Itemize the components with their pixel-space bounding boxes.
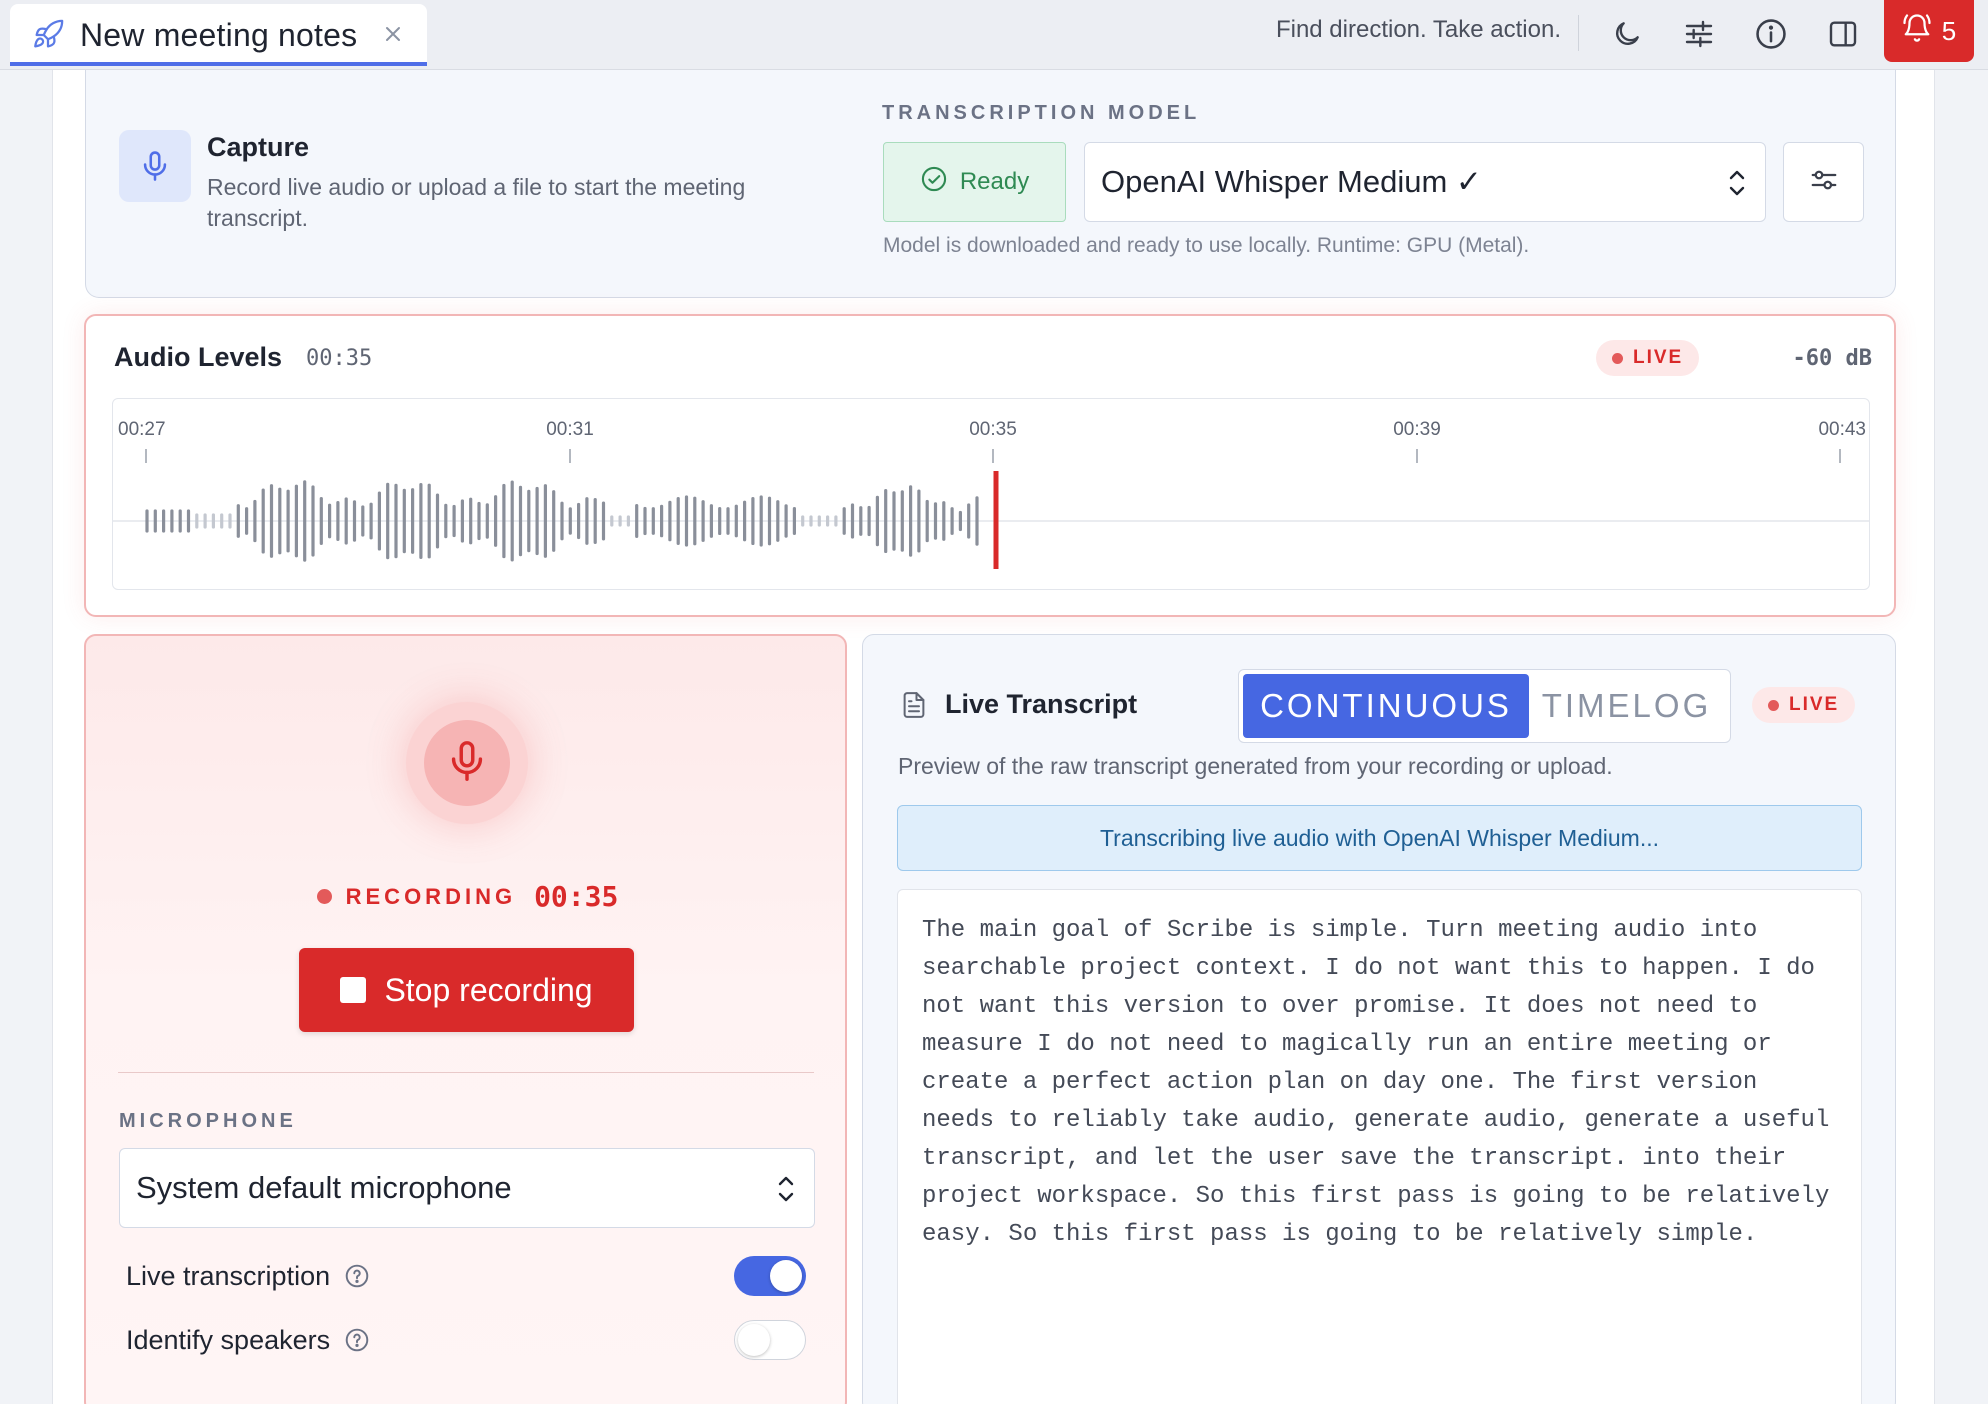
audio-levels-card: Audio Levels 00:35 LIVE -60 dB 00:27 00:3… [84,314,1896,617]
transcript-text[interactable]: The main goal of Scribe is simple. Turn … [897,889,1862,1404]
recorder-card: RECORDING 00:35 Stop recording MICROPHON… [84,634,847,1404]
model-note: Model is downloaded and ready to use loc… [883,234,1530,257]
chevron-up-down-icon [1725,167,1749,207]
live-dot-icon [1768,699,1779,711]
identify-speakers-toggle[interactable] [734,1320,806,1360]
model-select-value: OpenAI Whisper Medium ✓ [1101,164,1482,199]
waveform: 00:27 00:31 00:35 00:39 00:43 [112,398,1870,590]
transcript-mode-toggle: CONTINUOUS TIMELOG [1238,669,1731,743]
info-icon[interactable] [1751,14,1791,54]
recorder-divider [118,1072,814,1073]
tab-new-meeting-notes[interactable]: New meeting notes [10,4,427,66]
capture-card: Capture Record live audio or upload a fi… [85,70,1896,298]
transcription-model-select[interactable]: OpenAI Whisper Medium ✓ [1084,142,1766,222]
microphone-label: MICROPHONE [119,1110,297,1132]
document-icon [899,689,929,726]
timeline-tick-label: 00:27 [118,419,166,440]
settings-sliders-icon [1809,165,1839,200]
tab-continuous[interactable]: CONTINUOUS [1243,674,1529,738]
live-transcription-option: Live transcription [126,1254,806,1298]
timeline-tick-label: 00:39 [1393,419,1441,440]
recording-dot-icon [316,889,332,904]
tagline: Find direction. Take action. [1275,16,1561,43]
help-icon[interactable] [344,1263,370,1289]
audio-live-badge: LIVE [1596,340,1700,376]
recording-mic-indicator[interactable] [406,702,528,824]
capture-title: Capture [207,132,310,162]
timeline-tick-label: 00:35 [969,419,1017,440]
chevron-up-down-icon [774,1173,798,1213]
live-transcription-label: Live transcription [126,1260,331,1291]
transcription-model-label: TRANSCRIPTION MODEL [882,102,1201,124]
sidebar-icon[interactable] [1823,14,1863,54]
stop-recording-label: Stop recording [384,971,593,1008]
bell-icon [1902,13,1932,50]
live-transcription-toggle[interactable] [734,1256,806,1296]
notifications-button[interactable]: 5 [1884,0,1974,62]
tab-title: New meeting notes [80,16,358,53]
waveform-svg: 00:27 00:31 00:35 00:39 00:43 [113,419,1869,569]
microphone-select-value: System default microphone [136,1170,512,1205]
identify-speakers-label: Identify speakers [126,1324,331,1355]
recording-time: 00:35 [534,880,619,913]
tab-timelog[interactable]: TIMELOG [1529,674,1724,738]
identify-speakers-option: Identify speakers [126,1318,806,1362]
microphone-icon [444,738,490,789]
rocket-icon [30,17,66,53]
transcript-description: Preview of the raw transcript generated … [898,753,1613,779]
audio-levels-title: Audio Levels [114,342,283,372]
timeline-tick-label: 00:43 [1818,419,1866,440]
toolbar-divider [1578,15,1579,51]
close-tab-button[interactable] [377,18,409,50]
audio-elapsed-time: 00:35 [306,346,373,371]
timeline-tick-label: 00:31 [546,419,594,440]
recording-status: RECORDING 00:35 [86,880,849,913]
help-icon[interactable] [344,1327,370,1353]
stop-recording-button[interactable]: Stop recording [299,948,634,1032]
microphone-select[interactable]: System default microphone [119,1148,815,1228]
transcript-title: Live Transcript [945,689,1138,719]
model-settings-button[interactable] [1783,142,1864,222]
notifications-count: 5 [1941,15,1957,46]
transcript-card: Live Transcript CONTINUOUS TIMELOG LIVE … [862,634,1896,1404]
sliders-icon[interactable] [1679,14,1719,54]
transcribing-banner: Transcribing live audio with OpenAI Whis… [897,805,1862,871]
microphone-icon [119,130,191,202]
moon-icon[interactable] [1607,14,1647,54]
transcript-live-badge: LIVE [1752,687,1856,723]
model-status-badge: Ready [883,142,1066,222]
audio-db-readout: -60 dB [1792,346,1872,371]
check-circle-icon [920,165,948,200]
audio-live-text: LIVE [1633,347,1684,368]
capture-description: Record live audio or upload a file to st… [207,174,746,231]
top-bar: New meeting notes Find direction. Take a… [0,0,1988,70]
stop-icon [340,977,367,1003]
transcript-live-text: LIVE [1789,694,1840,715]
recording-label: RECORDING [345,883,517,909]
live-dot-icon [1612,352,1623,364]
model-status-text: Ready [959,168,1030,195]
